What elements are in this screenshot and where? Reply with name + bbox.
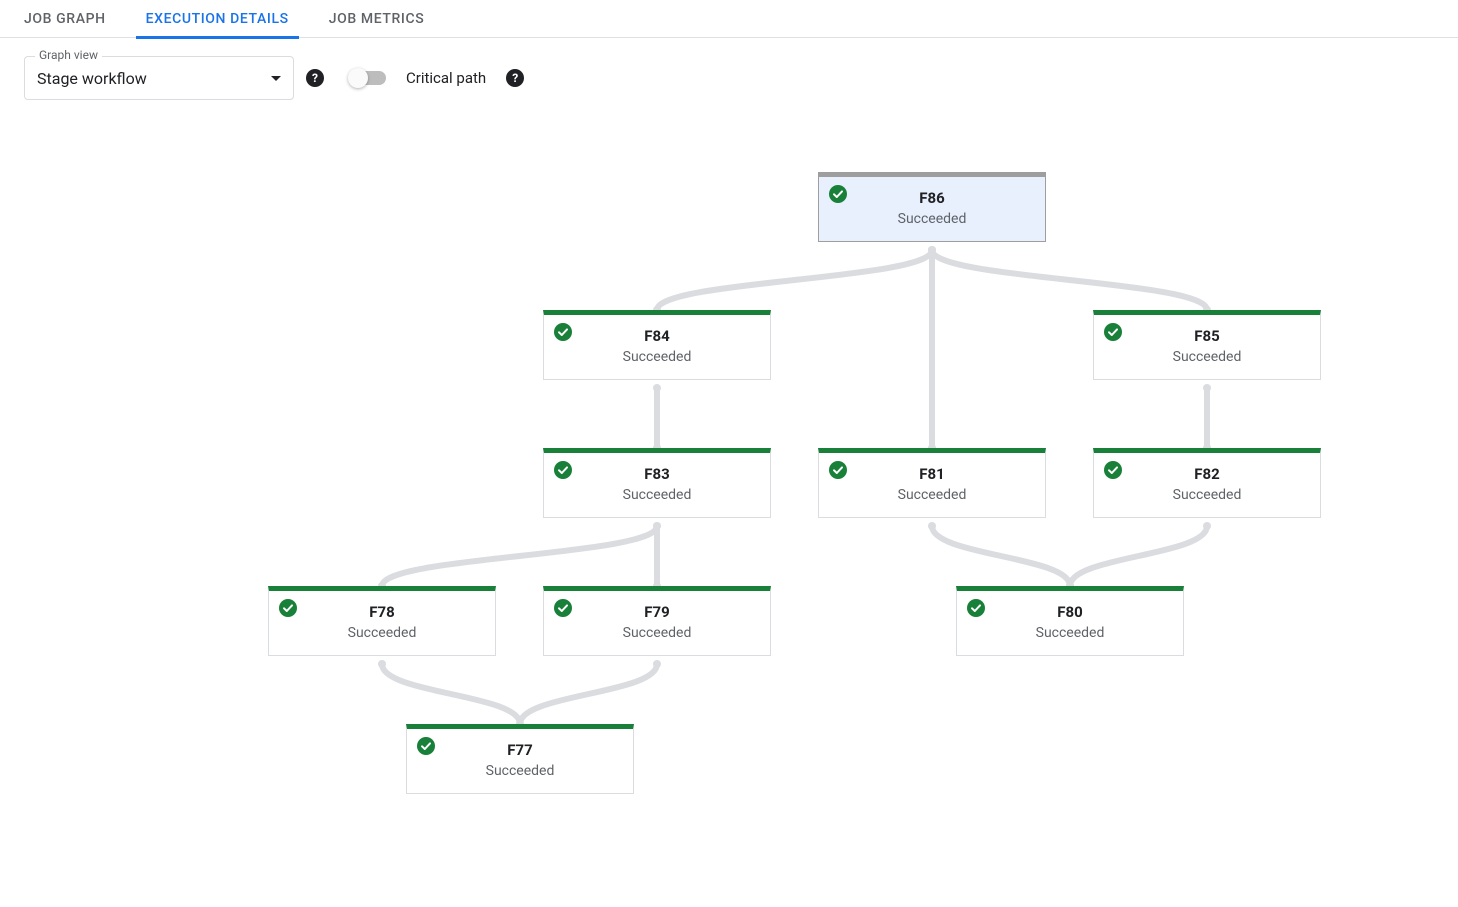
stage-node-status: Succeeded xyxy=(1106,487,1308,503)
stage-node-title: F79 xyxy=(556,603,758,621)
controls-row: Graph view Stage workflow ? Critical pat… xyxy=(0,38,1458,118)
tab-job-metrics[interactable]: Job metrics xyxy=(329,0,425,38)
stage-node-status: Succeeded xyxy=(969,625,1171,641)
check-circle-icon xyxy=(417,737,435,755)
graph-view-value: Stage workflow xyxy=(37,69,271,88)
check-circle-icon xyxy=(1104,461,1122,479)
check-circle-icon xyxy=(829,185,847,203)
stage-node-status: Succeeded xyxy=(419,763,621,779)
stage-node-status: Succeeded xyxy=(556,487,758,503)
help-icon[interactable]: ? xyxy=(306,69,324,87)
stage-node-F84[interactable]: F84 Succeeded xyxy=(543,310,771,380)
stage-node-F80[interactable]: F80 Succeeded xyxy=(956,586,1184,656)
stage-node-title: F82 xyxy=(1106,465,1308,483)
stage-node-status: Succeeded xyxy=(831,211,1033,227)
graph-view-select[interactable]: Graph view Stage workflow xyxy=(24,56,294,100)
stage-node-F82[interactable]: F82 Succeeded xyxy=(1093,448,1321,518)
stage-node-status: Succeeded xyxy=(281,625,483,641)
stage-node-title: F81 xyxy=(831,465,1033,483)
stage-node-F77[interactable]: F77 Succeeded xyxy=(406,724,634,794)
check-circle-icon xyxy=(554,599,572,617)
stage-node-title: F84 xyxy=(556,327,758,345)
stage-node-title: F83 xyxy=(556,465,758,483)
stage-node-title: F80 xyxy=(969,603,1171,621)
stage-node-status: Succeeded xyxy=(556,625,758,641)
check-circle-icon xyxy=(279,599,297,617)
stage-node-title: F78 xyxy=(281,603,483,621)
check-circle-icon xyxy=(1104,323,1122,341)
tab-job-graph[interactable]: Job graph xyxy=(24,0,106,38)
stage-node-F83[interactable]: F83 Succeeded xyxy=(543,448,771,518)
check-circle-icon xyxy=(554,461,572,479)
critical-path-toggle[interactable] xyxy=(350,71,386,85)
stage-node-title: F77 xyxy=(419,741,621,759)
check-circle-icon xyxy=(967,599,985,617)
tabs: Job graph Execution details Job metrics xyxy=(0,0,1458,38)
stage-node-F79[interactable]: F79 Succeeded xyxy=(543,586,771,656)
chevron-down-icon xyxy=(271,76,281,81)
stage-node-status: Succeeded xyxy=(1106,349,1308,365)
graph-view-label: Graph view xyxy=(35,48,102,62)
help-icon[interactable]: ? xyxy=(506,69,524,87)
stage-node-F81[interactable]: F81 Succeeded xyxy=(818,448,1046,518)
tab-execution-details[interactable]: Execution details xyxy=(146,0,289,38)
stage-node-status: Succeeded xyxy=(556,349,758,365)
stage-node-title: F86 xyxy=(831,189,1033,207)
stage-node-title: F85 xyxy=(1106,327,1308,345)
stage-workflow-graph[interactable]: F86 Succeeded F84 Succeeded F85 Succeeded F83 S… xyxy=(0,118,1458,907)
stage-node-F86[interactable]: F86 Succeeded xyxy=(818,172,1046,242)
stage-node-F85[interactable]: F85 Succeeded xyxy=(1093,310,1321,380)
critical-path-label: Critical path xyxy=(406,69,486,87)
check-circle-icon xyxy=(554,323,572,341)
stage-node-status: Succeeded xyxy=(831,487,1033,503)
check-circle-icon xyxy=(829,461,847,479)
stage-node-F78[interactable]: F78 Succeeded xyxy=(268,586,496,656)
